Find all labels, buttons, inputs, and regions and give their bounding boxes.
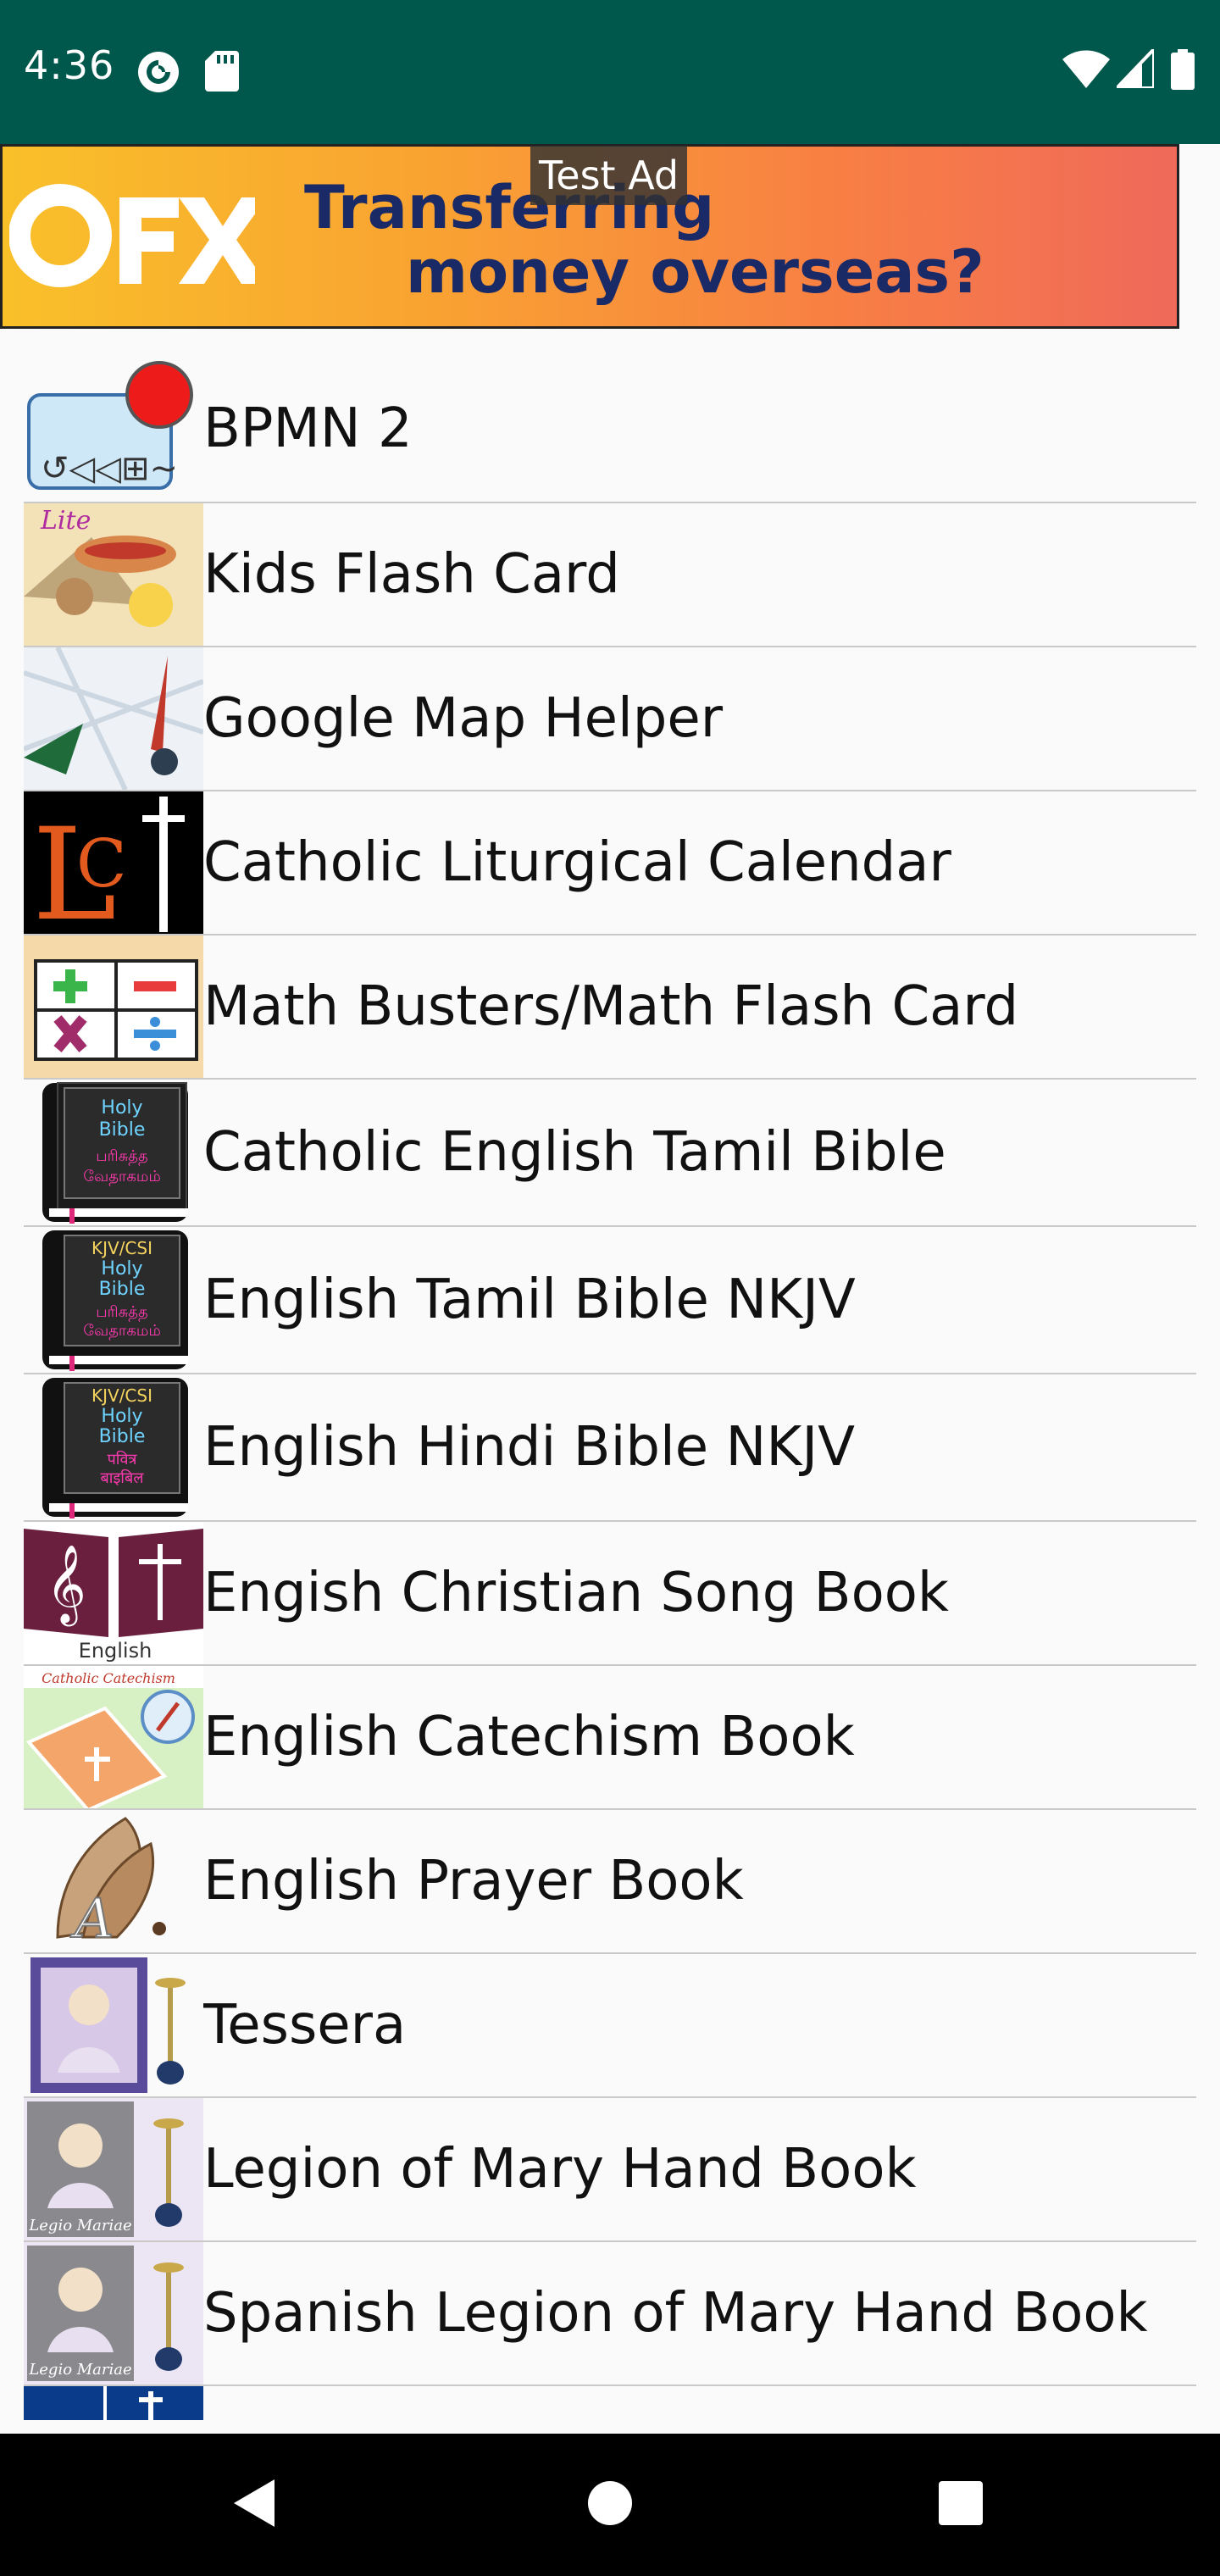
list-item-label: Engish Christian Song Book [203,1562,949,1624]
list-item-label: Tessera [203,1994,407,2057]
list-item-label: English Tamil Bible NKJV [203,1269,856,1331]
list-item-label: English Prayer Book [203,1850,744,1913]
list-item-tessera[interactable]: Tessera [24,1954,1196,2098]
catechism-book-icon: Catholic Catechism [24,1666,203,1808]
app-list: ↺◁◁⊞~ BPMN 2 Lite Kids Flash Card Google… [24,356,1196,2420]
math-symbols-icon [24,935,203,1078]
list-item-label: English Catechism Book [203,1706,855,1768]
svg-text:Holy: Holy [101,1406,142,1427]
svg-text:Bible: Bible [99,1279,146,1300]
svg-text:வேதாகமம்: வேதாகமம் [83,1168,161,1186]
svg-text:பரிசுத்த: பரிசுத்த [96,1303,148,1322]
list-item-english-prayer-book[interactable]: A English Prayer Book [24,1810,1196,1954]
list-item-legion-of-mary-hand-book[interactable]: Legio Mariae Legion of Mary Hand Book [24,2098,1196,2242]
legion-icon: Legio Mariae [24,2098,203,2240]
cell-signal-icon [1112,45,1156,92]
svg-text:English: English [79,1639,152,1663]
bible-book-icon: KJV/CSI Holy Bible பரிசுத்த வேதாகமம் [24,1229,203,1371]
bible-book-icon: KJV/CSI Holy Bible पवित्र बाइबिल [24,1376,203,1518]
svg-text:A: A [70,1888,114,1951]
list-item-label: BPMN 2 [203,397,413,460]
list-item-label: Legion of Mary Hand Book [203,2138,917,2201]
home-button[interactable] [568,2434,652,2576]
test-ad-badge: Test Ad [530,146,688,205]
list-item-english-hindi-bible-nkjv[interactable]: KJV/CSI Holy Bible पवित्र बाइबिल English… [24,1374,1196,1522]
svg-text:Lite: Lite [40,506,91,536]
svg-text:Legio Mariae: Legio Mariae [28,2217,131,2235]
list-item-spanish-legion-of-mary-hand-book[interactable]: Legio Mariae Spanish Legion of Mary Hand… [24,2242,1196,2386]
bible-book-icon: Holy Bible பரிசுத்த வேதாகமம் [24,1081,203,1224]
wifi-icon [1062,49,1110,92]
praying-hands-icon: A [24,1810,203,1952]
list-item-label: Catholic Liturgical Calendar [203,831,951,894]
list-item-label: Spanish Legion of Mary Hand Book [203,2282,1148,2345]
list-item-label: Google Map Helper [203,687,724,750]
svg-text:𝄞: 𝄞 [46,1544,86,1626]
list-item-christian-song-book[interactable]: 𝄞 English Engish Christian Song Book [24,1522,1196,1666]
list-item-google-map-helper[interactable]: Google Map Helper [24,647,1196,791]
svg-text:Legio Mariae: Legio Mariae [28,2361,131,2379]
svg-text:Holy: Holy [101,1097,142,1119]
svg-text:வேதாகமம்: வேதாகமம் [83,1322,161,1341]
svg-text:பரிசுத்த: பரிசுத்த [96,1147,148,1166]
back-button[interactable] [212,2434,297,2576]
list-item-english-tamil-bible-nkjv[interactable]: KJV/CSI Holy Bible பரிசுத்த வேதாகமம் Eng… [24,1227,1196,1374]
list-item-partial[interactable] [24,2386,1196,2420]
svg-text:KJV/CSI: KJV/CSI [92,1385,152,1406]
svg-text:Bible: Bible [99,1426,146,1447]
list-item-label: English Hindi Bible NKJV [203,1416,855,1479]
svg-text:पवित्र: पवित्र [108,1450,138,1468]
kids-flash-card-icon: Lite [24,503,203,646]
bpmn-icon: ↺◁◁⊞~ [24,358,203,500]
ad-headline-line2: money overseas? [406,237,984,307]
back-icon [230,2478,278,2532]
svg-text:↺◁◁⊞~: ↺◁◁⊞~ [41,449,178,488]
sd-card-icon [205,51,239,95]
list-item-catholic-liturgical-calendar[interactable]: L C Catholic Liturgical Calendar [24,791,1196,935]
svg-text:बाइबिल: बाइबिल [101,1468,145,1487]
home-icon [586,2479,634,2530]
recents-button[interactable] [918,2434,1003,2576]
recents-icon [938,2480,984,2529]
list-item-bpmn[interactable]: ↺◁◁⊞~ BPMN 2 [24,356,1196,503]
map-compass-icon [24,647,203,790]
status-time: 4:36 [24,42,115,88]
tessera-icon [24,1954,203,2096]
list-item-catholic-english-tamil-bible[interactable]: Holy Bible பரிசுத்த வேதாகமம் Catholic En… [24,1080,1196,1227]
battery-icon [1171,49,1195,93]
list-item-kids-flash-card[interactable]: Lite Kids Flash Card [24,503,1196,647]
svg-text:Catholic Catechism: Catholic Catechism [42,1670,175,1686]
svg-text:KJV/CSI: KJV/CSI [92,1238,152,1258]
lc-cross-icon: L C [24,791,203,934]
book-icon-partial [24,2386,203,2420]
list-item-math-busters[interactable]: Math Busters/Math Flash Card [24,935,1196,1080]
list-item-label: Kids Flash Card [203,543,620,606]
svg-text:Bible: Bible [99,1119,146,1141]
svg-text:Holy: Holy [101,1258,142,1280]
song-book-icon: 𝄞 English [24,1522,203,1664]
svg-text:C: C [76,826,127,902]
navigation-bar [0,2434,1220,2576]
list-item-label: Math Busters/Math Flash Card [203,975,1019,1038]
list-item-label: Catholic English Tamil Bible [203,1121,946,1184]
list-item-english-catechism-book[interactable]: Catholic Catechism English Catechism Boo… [24,1666,1196,1810]
legion-icon: Legio Mariae [24,2242,203,2384]
status-bar: 4:36 [0,0,1220,144]
ofx-logo [8,180,267,294]
pocket-casts-icon [137,51,180,97]
